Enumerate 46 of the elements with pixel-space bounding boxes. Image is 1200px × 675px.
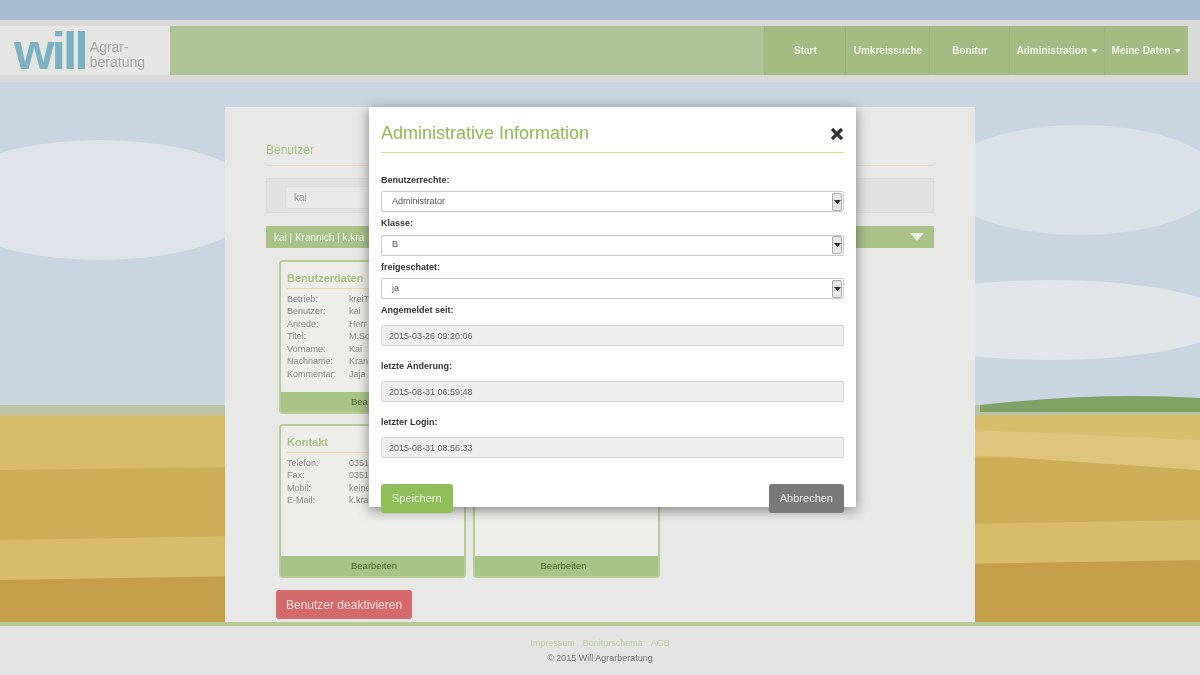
field-label: Titel: [287,330,308,343]
select-field[interactable]: Administrator [381,191,844,213]
field-label: Benutzer: [287,305,327,318]
field-label: Betrieb: [287,292,320,305]
field-label: E-Mail: [287,494,316,507]
field-label: Benutzerrechte: [381,173,451,187]
select-field[interactable]: B [381,234,844,256]
field-label: Anrede: [287,317,320,330]
deactivate-button[interactable]: Benutzer deaktivieren [276,590,413,619]
save-button[interactable]: Speichern [381,484,453,514]
field-value: kreiT [349,292,369,305]
field-value: Kran [349,355,368,368]
field-label: Mobil: [287,481,312,494]
nav-link[interactable]: Start [764,26,846,75]
nav-link[interactable]: Administration [1009,26,1104,75]
nav-link[interactable]: Meine Daten [1104,26,1188,75]
caret-icon [833,243,841,248]
field-label: letzte Änderung: [381,360,453,374]
copyright-text: © 2015 Will Agrarberatung [547,651,653,665]
nav-link[interactable]: Umkreissuche [845,26,930,75]
field-label: Vorname: [287,342,327,355]
field-value: k.kra [349,494,369,507]
field-label: letzter Login: [381,416,439,430]
field-value: 0351 [349,469,370,482]
field-label: Telefon: [287,456,320,469]
edit-button[interactable]: Bearbeiten [281,556,464,576]
field-label: Angemeldet seit: [381,304,455,318]
field-value: Herr [349,317,367,330]
caret-icon [833,199,841,204]
field-value: Kai [349,342,362,355]
field-value: 0351 [349,456,370,469]
close-icon[interactable] [830,126,844,141]
readonly-field[interactable]: 2015-08-31 06:59:48 [381,381,844,403]
cancel-button[interactable]: Abbrechen [768,484,844,514]
readonly-field[interactable]: 2015-08-31 08:56:33 [381,437,844,459]
caret-icon [833,286,841,291]
edit-button[interactable]: Bearbeiten [475,556,658,576]
field-label: Fax: [287,469,306,482]
nav-link[interactable]: Bonitur [929,26,1010,75]
field-label: Klasse: [381,217,415,231]
field-label: Kommentar: [287,367,338,380]
field-value: kai [349,305,361,318]
field-label: Nachname: [287,355,335,368]
readonly-field[interactable]: 2015-03-26 09:20:06 [381,325,844,347]
select-field[interactable]: ja [381,278,844,300]
field-value: Jaja [349,367,366,380]
